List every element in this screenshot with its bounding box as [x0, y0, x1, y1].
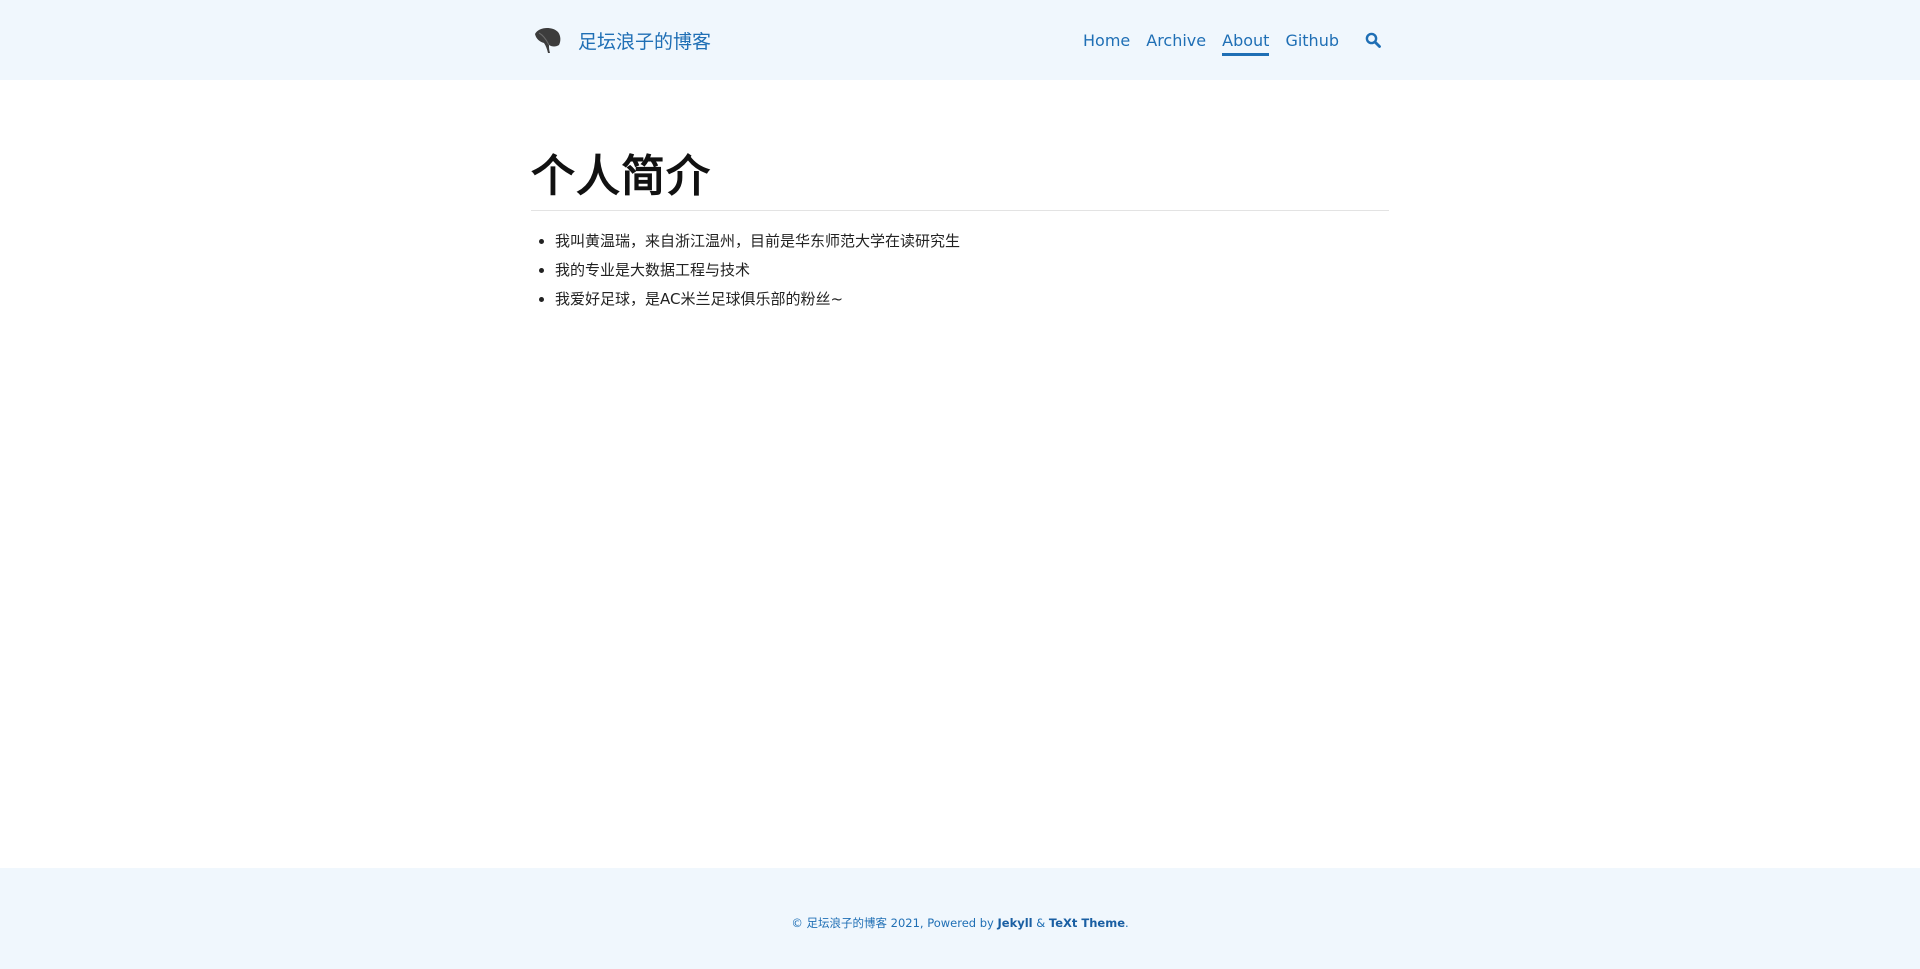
intro-list: 我叫黄温瑞，来自浙江温州，目前是华东师范大学在读研究生 我的专业是大数据工程与技… [531, 227, 1389, 314]
header-container: 足坛浪子的博客 Home Archive About Github [531, 0, 1389, 80]
search-icon [1365, 32, 1381, 48]
nav-about[interactable]: About [1222, 0, 1270, 80]
nav-home[interactable]: Home [1083, 0, 1130, 80]
text-theme-link[interactable]: TeXt Theme [1049, 916, 1125, 930]
list-item: 我叫黄温瑞，来自浙江温州，目前是华东师范大学在读研究生 [555, 227, 1389, 256]
search-button[interactable] [1363, 30, 1383, 50]
article: 个人简介 我叫黄温瑞，来自浙江温州，目前是华东师范大学在读研究生 我的专业是大数… [531, 80, 1389, 314]
footer-amp: & [1032, 915, 1049, 930]
footer-copyright: © 足坛浪子的博客 2021, Powered by Jekyll & TeXt… [791, 915, 1128, 931]
main-content: 个人简介 我叫黄温瑞，来自浙江温州，目前是华东师范大学在读研究生 我的专业是大数… [0, 80, 1920, 868]
list-item: 我的专业是大数据工程与技术 [555, 256, 1389, 285]
nav-github[interactable]: Github [1285, 0, 1339, 80]
nav-archive[interactable]: Archive [1146, 0, 1206, 80]
page-title: 个人简介 [531, 140, 1389, 211]
site-header: 足坛浪子的博客 Home Archive About Github [0, 0, 1920, 80]
jekyll-link[interactable]: Jekyll [998, 916, 1033, 930]
ginkgo-leaf-icon [535, 28, 561, 53]
site-brand-link[interactable]: 足坛浪子的博客 [533, 25, 711, 55]
footer-suffix: . [1125, 915, 1129, 930]
site-footer: © 足坛浪子的博客 2021, Powered by Jekyll & TeXt… [0, 868, 1920, 969]
footer-prefix: © 足坛浪子的博客 2021, Powered by [791, 915, 998, 930]
list-item: 我爱好足球，是AC米兰足球俱乐部的粉丝~ [555, 285, 1389, 314]
main-nav: Home Archive About Github [1067, 0, 1389, 80]
page: 足坛浪子的博客 Home Archive About Github 个人简介 我… [0, 0, 1920, 969]
site-title: 足坛浪子的博客 [578, 30, 712, 53]
